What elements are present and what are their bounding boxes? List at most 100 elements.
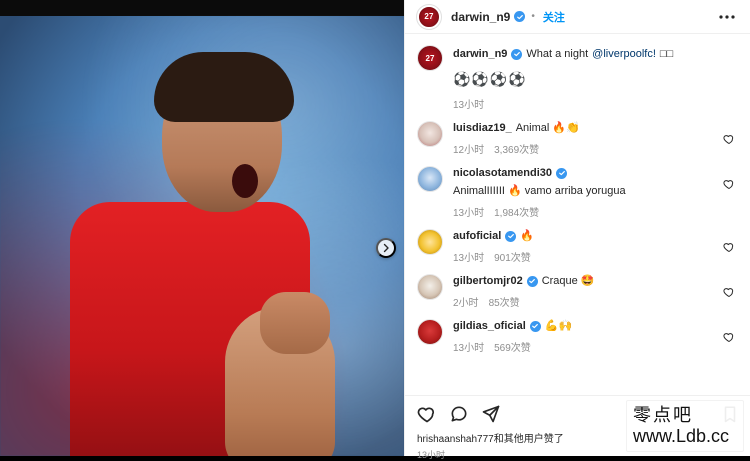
verified-badge-icon <box>556 167 568 179</box>
caption-username-text: darwin_n9 <box>453 48 508 60</box>
caption-avatar[interactable]: 27 <box>417 45 443 71</box>
comment-row: gildias_oficial 💪🙌 13小时 569次赞 <box>417 319 739 354</box>
comment-content: gildias_oficial 💪🙌 13小时 569次赞 <box>453 319 713 354</box>
comment-likes: 3,369次赞 <box>494 145 540 156</box>
author-username[interactable]: darwin_n9 <box>451 9 526 24</box>
comment-username-text: luisdiaz19_ <box>453 122 512 134</box>
comment-text: 🔥 <box>520 230 534 242</box>
caption-row: 27 darwin_n9 What a night @liverpoolfc! … <box>417 45 739 111</box>
comment-text: AnimalIIIIII 🔥 vamo arriba yorugua <box>453 185 626 197</box>
carousel-next-button[interactable] <box>376 238 396 258</box>
comment-row: nicolasotamendi30 AnimalIIIIII 🔥 vamo ar… <box>417 166 739 219</box>
comment-meta: 12小时 3,369次赞 <box>453 141 713 156</box>
comment-likes: 569次赞 <box>494 343 531 354</box>
comment-meta: 13小时 901次赞 <box>453 249 713 264</box>
comment-avatar[interactable] <box>417 121 443 147</box>
dot-separator: • <box>531 11 535 22</box>
more-options-icon[interactable] <box>718 8 736 26</box>
comment-row: gilbertomjr02 Craque 🤩 2小时 85次赞 <box>417 274 739 309</box>
share-button[interactable] <box>481 404 501 424</box>
post-header: 27 darwin_n9 • 关注 <box>405 0 750 34</box>
like-button[interactable] <box>417 404 437 424</box>
comments-scroll-area[interactable]: 27 darwin_n9 What a night @liverpoolfc! … <box>405 35 750 395</box>
comment-content: nicolasotamendi30 AnimalIIIIII 🔥 vamo ar… <box>453 166 713 219</box>
comment-username-text: aufoficial <box>453 230 502 242</box>
post-media[interactable] <box>0 0 404 456</box>
comment-meta: 13小时 1,984次赞 <box>453 204 713 219</box>
watermark-overlay: 零点吧 www.Ldb.cc <box>626 400 744 452</box>
comment-like-heart-icon[interactable] <box>723 133 735 145</box>
caption-avatar-badge: 27 <box>425 53 435 63</box>
verified-badge-icon <box>529 320 541 332</box>
comment-row: aufoficial 🔥 13小时 901次赞 <box>417 229 739 264</box>
caption-time: 13小时 <box>453 100 485 111</box>
heart-icon <box>417 404 437 424</box>
avatar-badge: 27 <box>424 12 434 21</box>
comment-like-heart-icon[interactable] <box>723 178 735 190</box>
watermark-line-2: www.Ldb.cc <box>633 426 730 446</box>
caption-mention-link[interactable]: @liverpoolfc! <box>592 47 656 61</box>
comment-username-text: gilbertomjr02 <box>453 275 523 287</box>
comment-time: 13小时 <box>453 343 485 354</box>
player-mouth <box>232 164 258 198</box>
watermark-line-1: 零点吧 <box>633 405 693 426</box>
author-username-text: darwin_n9 <box>451 9 511 24</box>
comment-username[interactable]: gilbertomjr02 <box>453 274 538 288</box>
comment-username[interactable]: gildias_oficial <box>453 319 541 333</box>
post-image <box>0 16 404 456</box>
comment-button[interactable] <box>449 404 469 424</box>
author-avatar[interactable]: 27 <box>416 3 442 30</box>
comment-username[interactable]: luisdiaz19_ <box>453 121 512 135</box>
comment-time: 13小时 <box>453 208 485 219</box>
comment-username[interactable]: aufoficial <box>453 229 517 243</box>
comment-username[interactable]: nicolasotamendi30 <box>453 166 568 180</box>
comment-avatar[interactable] <box>417 229 443 255</box>
comment-bubble-icon <box>449 404 469 424</box>
player-illustration <box>70 52 335 456</box>
comment-likes: 1,984次赞 <box>494 208 540 219</box>
comment-likes: 901次赞 <box>494 253 531 264</box>
paper-plane-icon <box>481 404 501 424</box>
comment-likes: 85次赞 <box>488 298 520 309</box>
comment-text: Craque 🤩 <box>541 275 595 287</box>
verified-badge-icon <box>514 11 526 22</box>
comment-meta: 2小时 85次赞 <box>453 294 713 309</box>
comment-line: luisdiaz19_ Animal 🔥👏 <box>453 121 713 135</box>
verified-badge-icon <box>505 230 517 242</box>
comment-line: nicolasotamendi30 AnimalIIIIII 🔥 vamo ar… <box>453 166 713 198</box>
caption-username[interactable]: darwin_n9 <box>453 47 523 61</box>
chevron-right-icon <box>381 243 391 253</box>
instagram-post-modal: 27 darwin_n9 • 关注 27 darwin_n9 What a ni… <box>0 0 750 460</box>
comment-line: aufoficial 🔥 <box>453 229 713 243</box>
verified-badge-icon <box>526 275 538 287</box>
comment-line: gildias_oficial 💪🙌 <box>453 319 713 333</box>
post-side-panel: 27 darwin_n9 • 关注 27 darwin_n9 What a ni… <box>404 0 750 460</box>
comment-time: 2小时 <box>453 298 479 309</box>
comment-avatar[interactable] <box>417 319 443 345</box>
comment-time: 12小时 <box>453 145 485 156</box>
comment-avatar[interactable] <box>417 166 443 192</box>
comment-like-heart-icon[interactable] <box>723 286 735 298</box>
comment-line: gilbertomjr02 Craque 🤩 <box>453 274 713 288</box>
comment-text: Animal 🔥👏 <box>515 122 580 134</box>
comment-like-heart-icon[interactable] <box>723 331 735 343</box>
follow-button[interactable]: 关注 <box>543 9 565 25</box>
verified-badge-icon <box>511 48 523 60</box>
comment-text: 💪🙌 <box>544 320 573 332</box>
caption-line: darwin_n9 What a night @liverpoolfc! □□ <box>453 45 713 61</box>
caption-content: darwin_n9 What a night @liverpoolfc! □□ … <box>453 45 713 111</box>
caption-meta: 13小时 <box>453 96 713 111</box>
comment-content: gilbertomjr02 Craque 🤩 2小时 85次赞 <box>453 274 713 309</box>
comment-like-heart-icon[interactable] <box>723 241 735 253</box>
comment-username-text: gildias_oficial <box>453 320 526 332</box>
comment-content: luisdiaz19_ Animal 🔥👏 12小时 3,369次赞 <box>453 121 713 156</box>
comment-avatar[interactable] <box>417 274 443 300</box>
comment-username-text: nicolasotamendi30 <box>453 167 553 179</box>
caption-extra: □□ <box>659 48 674 60</box>
caption-emoji-line: ⚽⚽⚽⚽ <box>453 71 527 87</box>
caption-text: What a night <box>526 48 589 60</box>
player-hair <box>154 52 294 122</box>
comment-time: 13小时 <box>453 253 485 264</box>
comment-content: aufoficial 🔥 13小时 901次赞 <box>453 229 713 264</box>
comment-meta: 13小时 569次赞 <box>453 339 713 354</box>
